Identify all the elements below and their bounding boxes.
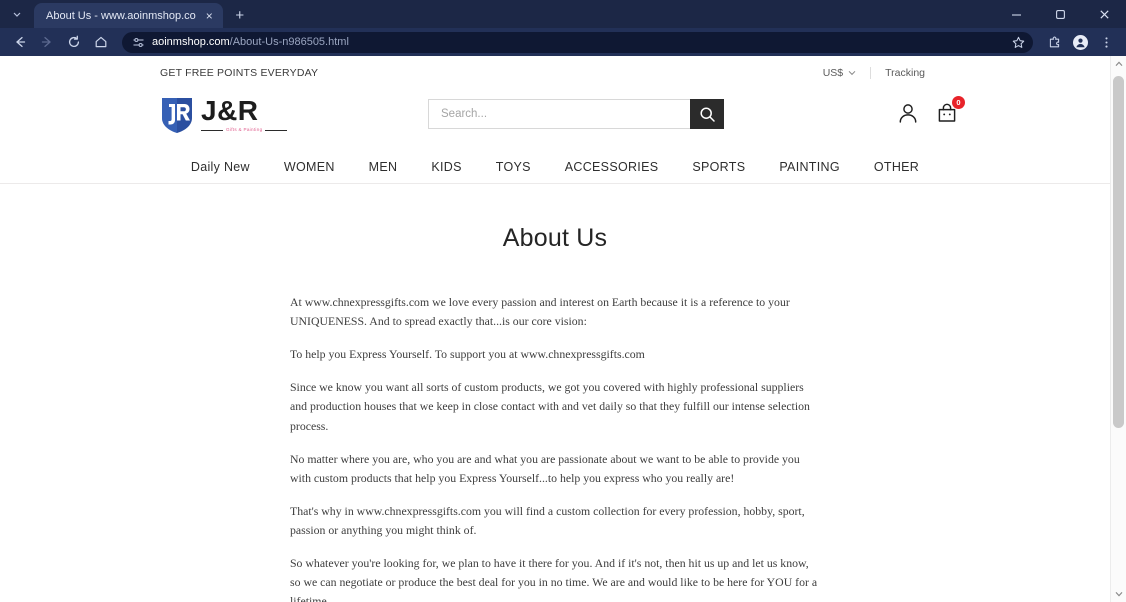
scroll-down-button[interactable] [1111,586,1126,602]
address-bar[interactable]: aoinmshop.com/About-Us-n986505.html [122,31,1033,53]
utility-actions: US$ Tracking [809,67,939,79]
page-scrollbar[interactable] [1110,56,1126,602]
promo-text: GET FREE POINTS EVERYDAY [160,67,319,79]
caret-down-glyph [848,70,856,75]
scrollbar-thumb[interactable] [1113,76,1124,428]
scroll-up-button[interactable] [1111,56,1126,72]
chevron-down-icon [13,12,21,17]
nav-item-sports[interactable]: SPORTS [675,160,762,174]
paragraph: At www.chnexpressgifts.com we love every… [290,295,790,329]
minimize-icon [1011,13,1021,16]
reload-icon [68,35,80,48]
main-navigation: Daily New WOMEN MEN KIDS TOYS ACCESSORIE… [0,150,1110,184]
logo-rule-right [265,130,288,131]
page-content: About Us At www.chnexpressgifts.com we l… [0,184,1110,602]
new-tab-button[interactable]: + [228,4,252,26]
address-domain: aoinmshop.com [152,36,230,48]
home-icon [95,36,107,48]
browser-menu-button[interactable] [1094,30,1118,54]
address-path: /About-Us-n986505.html [229,36,349,48]
search-icon [699,106,715,122]
nav-item-other[interactable]: OTHER [857,160,936,174]
site-settings-icon[interactable] [132,36,145,49]
logo-text: J&R Gifts & Painting [201,95,288,133]
header-actions: 0 [897,96,965,124]
paragraph: Since we know you want all sorts of cust… [290,380,810,433]
arrow-right-icon [41,36,51,48]
cart-count-badge: 0 [952,96,965,109]
extensions-icon [1049,36,1059,47]
logo-tagline-row: Gifts & Painting [201,127,288,133]
cart-button[interactable]: 0 [936,96,965,124]
menu-icon [1104,36,1108,48]
address-bar-text: aoinmshop.com/About-Us-n986505.html [152,36,349,48]
website-page: GET FREE POINTS EVERYDAY US$ Tracking J&… [0,56,1110,602]
bookmark-button[interactable] [1008,32,1028,52]
search-input[interactable] [428,99,690,129]
browser-tab[interactable]: About Us - www.aoinmshop.co × [34,3,223,28]
reload-button[interactable] [62,30,86,54]
bookmark-star-icon [1012,36,1024,48]
tracking-link[interactable]: Tracking [871,67,939,79]
window-minimize-button[interactable] [994,0,1038,28]
person-icon [899,104,917,123]
site-logo[interactable]: J&R Gifts & Painting [160,95,288,134]
search-form [428,99,724,129]
nav-item-women[interactable]: WOMEN [267,160,352,174]
nav-item-daily-new[interactable]: Daily New [174,160,267,174]
person-icon [1075,38,1085,47]
window-maximize-button[interactable] [1038,0,1082,28]
tab-title: About Us - www.aoinmshop.co [46,9,196,22]
nav-item-men[interactable]: MEN [352,160,415,174]
about-us-article: At www.chnexpressgifts.com we love every… [290,293,820,602]
nav-item-accessories[interactable]: ACCESSORIES [548,160,676,174]
extensions-button[interactable] [1042,30,1066,54]
currency-label: US$ [822,67,844,79]
home-button[interactable] [89,30,113,54]
forward-button[interactable] [35,30,59,54]
scrollbar-track[interactable] [1111,72,1126,586]
toolbar-actions [1042,30,1118,54]
paragraph: So whatever you're looking for, we plan … [290,556,818,602]
browser-window: About Us - www.aoinmshop.co × + aoinmsho… [0,0,1126,602]
tune-icon [133,37,144,47]
window-close-button[interactable] [1082,0,1126,28]
chevron-down-icon [848,69,856,78]
jr-monogram-icon [162,98,192,133]
nav-item-kids[interactable]: KIDS [414,160,478,174]
nav-item-toys[interactable]: TOYS [479,160,548,174]
tab-search-chevron-down-icon[interactable] [4,3,30,25]
avatar [1072,34,1088,50]
tab-close-icon[interactable]: × [202,8,217,23]
logo-rule-left [201,130,223,131]
tab-strip: About Us - www.aoinmshop.co × + [0,0,1126,28]
back-button[interactable] [8,30,32,54]
logo-tagline: Gifts & Painting [226,127,263,133]
nav-item-painting[interactable]: PAINTING [762,160,857,174]
paragraph: That's why in www.chnexpressgifts.com yo… [290,503,805,537]
chevron-up-icon [1115,61,1123,67]
utility-bar: GET FREE POINTS EVERYDAY US$ Tracking [0,62,1110,84]
window-controls [994,0,1126,28]
page-title: About Us [502,224,608,252]
chevron-down-icon [1115,591,1123,597]
paragraph: To help you Express Yourself. To support… [290,347,645,362]
close-icon [1099,9,1109,19]
currency-selector[interactable]: US$ [809,67,870,79]
search-button[interactable] [690,99,724,129]
logo-wordmark: J&R [201,95,259,127]
browser-toolbar: aoinmshop.com/About-Us-n986505.html [0,28,1126,56]
page-viewport: GET FREE POINTS EVERYDAY US$ Tracking J&… [0,56,1126,602]
arrow-left-icon [16,36,26,48]
logo-shield-icon [160,96,194,134]
maximize-icon [1055,9,1065,19]
paragraph: No matter where you are, who you are and… [290,451,800,485]
profile-button[interactable] [1068,30,1092,54]
site-header: J&R Gifts & Painting Search... 0 [0,84,1110,146]
account-button[interactable] [897,102,919,124]
